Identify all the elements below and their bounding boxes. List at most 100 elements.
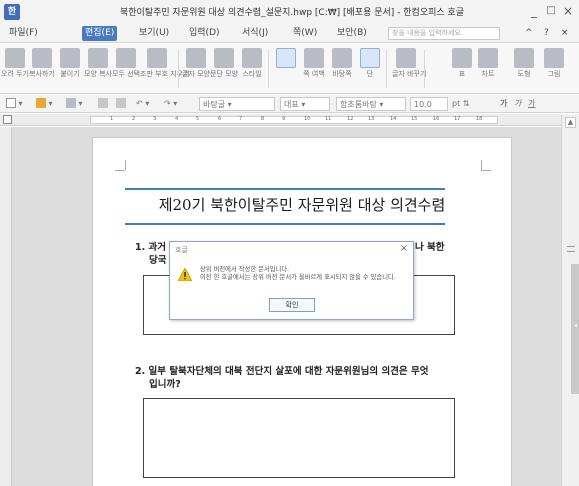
ribbon-toggle-icon[interactable]: ^ (522, 26, 536, 41)
chart-button[interactable]: 차트 (474, 46, 502, 92)
ruler-number: 12 (347, 116, 354, 122)
scroll-up-icon[interactable]: ▲ (565, 117, 576, 128)
preview-icon[interactable] (116, 97, 126, 111)
app-logo-icon[interactable]: 한 (4, 4, 20, 20)
shape-button[interactable]: 도형 (510, 46, 538, 92)
page-button[interactable] (272, 46, 300, 92)
scissors-icon (5, 48, 25, 68)
background-icon (332, 48, 352, 68)
title-bar: 한 북한이탈주민 자문위원 대상 의견수렴_설문지.hwp [C:₩] [배포용… (0, 0, 579, 24)
shape-icon (514, 48, 534, 68)
ruler-number: 2 (132, 116, 136, 122)
language-select[interactable]: 대표 ▾ (280, 97, 330, 111)
format-toolbar: ▾ ▾ ▾ ↶ ▾ ↷ ▾ 바탕글 ▾ 대표 ▾ 함초롬바탕 ▾ 10.0 pt… (0, 95, 579, 113)
print-icon[interactable] (98, 97, 108, 111)
bold-button[interactable]: 가 (500, 97, 507, 111)
doc-close-icon[interactable]: × (558, 26, 572, 41)
crop-mark (115, 170, 125, 171)
picture-button[interactable]: 그림 (540, 46, 568, 92)
ruler-number: 7 (239, 116, 243, 122)
crop-mark (125, 160, 126, 170)
redo-icon[interactable]: ↷ ▾ (164, 97, 177, 111)
warning-icon (178, 268, 192, 281)
column-icon (304, 48, 324, 68)
font-size-input[interactable]: 10.0 (410, 97, 448, 111)
chart-icon (478, 48, 498, 68)
menu-view[interactable]: 보기(U) (136, 26, 172, 41)
ruler-number: 15 (411, 116, 418, 122)
ruler-number: 16 (433, 116, 440, 122)
char-shape-button[interactable]: 글자 모양 (182, 46, 210, 92)
help-icon[interactable]: ? (541, 26, 552, 41)
picture-icon (544, 48, 564, 68)
copy-icon (32, 48, 52, 68)
char-shape-icon (186, 48, 206, 68)
open-folder-icon[interactable]: ▾ (36, 97, 53, 111)
title-bottom-rule (125, 223, 445, 225)
close-button[interactable]: × (561, 3, 575, 19)
ribbon-separator (424, 50, 425, 88)
dialog-message: 상위 버전에서 작성한 문서입니다. 이전 한 호글에서는 상위 버전 문서가 … (200, 266, 396, 282)
vertical-ruler[interactable] (0, 127, 12, 486)
ruler-number: 4 (175, 116, 179, 122)
minimize-button[interactable]: _ (527, 3, 541, 19)
undo-icon[interactable]: ↶ ▾ (136, 97, 149, 111)
column-button[interactable]: 단 (356, 46, 384, 92)
vertical-scrollbar[interactable]: ▲ ◂ (561, 114, 579, 486)
select-all-icon (116, 48, 136, 68)
ribbon-separator (386, 50, 387, 88)
search-input[interactable]: 찾을 내용을 입력하세요. (388, 27, 500, 40)
menu-security[interactable]: 보안(B) (334, 26, 370, 41)
ruler-corner[interactable] (3, 115, 12, 124)
dialog-ok-button[interactable]: 확인 (269, 298, 315, 312)
italic-button[interactable]: 가 (514, 97, 521, 111)
menu-edit[interactable]: 편집(E) (82, 26, 118, 41)
copy-button[interactable]: 복사하기 (28, 46, 56, 92)
menu-format[interactable]: 서식(J) (239, 26, 271, 41)
side-panel-toggle-icon[interactable]: ◂ (574, 322, 579, 329)
dialog-title: 호글 (175, 246, 188, 254)
font-select[interactable]: 함초롬바탕 ▾ (336, 97, 406, 111)
question-1-line2: 당국 (149, 255, 167, 266)
style-button[interactable]: 스타일 (238, 46, 266, 92)
dialog-close-button[interactable]: × (400, 243, 408, 254)
ribbon-toolbar: 오려 두기 복사하기 붙이기 모양 복사 모두 선택 조판 부호 지우기 글자 … (0, 44, 579, 94)
glyph-change-button[interactable]: 글자 바꾸기 (392, 46, 426, 92)
font-unit-select[interactable]: pt ⇅ (452, 97, 469, 111)
ribbon-separator (178, 50, 179, 88)
page-icon (276, 48, 296, 68)
ruler-number: 13 (368, 116, 375, 122)
dialog-message-line1: 상위 버전에서 작성한 문서입니다. (200, 266, 290, 273)
ruler-number: 10 (304, 116, 311, 122)
menu-file[interactable]: 파일(F) (6, 26, 41, 41)
clear-format-icon (147, 48, 167, 68)
dialog-message-line2: 이전 한 호글에서는 상위 버전 문서가 올바르게 표시되지 않을 수 있습니다… (200, 274, 396, 281)
ruler-number: 1 (110, 116, 114, 122)
window-title: 북한이탈주민 자문위원 대상 의견수렴_설문지.hwp [C:₩] [배포용 문… (120, 8, 465, 18)
para-shape-button[interactable]: 문단 모양 (210, 46, 238, 92)
scroll-thumb[interactable] (571, 264, 579, 394)
clear-format-button[interactable]: 조판 부호 지우기 (140, 46, 190, 92)
underline-button[interactable]: 가 (528, 97, 535, 111)
new-doc-icon[interactable]: ▾ (6, 97, 23, 111)
scroll-grip-icon[interactable] (567, 246, 575, 252)
style-select[interactable]: 바탕글 ▾ (199, 97, 275, 111)
menu-insert[interactable]: 입력(D) (186, 26, 223, 41)
question-1-line1: 1. 과거 (135, 242, 167, 253)
ruler-number: 17 (454, 116, 461, 122)
style-icon (242, 48, 262, 68)
page-margin-button[interactable]: 쪽 여백 (300, 46, 328, 92)
select-all-button[interactable]: 모두 선택 (112, 46, 140, 92)
cut-button[interactable]: 오려 두기 (1, 46, 29, 92)
maximize-button[interactable]: □ (544, 3, 558, 19)
master-page-button[interactable]: 바탕쪽 (328, 46, 356, 92)
format-copy-button[interactable]: 모양 복사 (84, 46, 112, 92)
save-icon[interactable]: ▾ (66, 97, 83, 111)
answer-box-2[interactable] (143, 398, 455, 478)
menu-page[interactable]: 쪽(W) (290, 26, 320, 41)
table-button[interactable]: 표 (448, 46, 476, 92)
horizontal-ruler[interactable]: 1 2 3 4 5 6 7 8 9 10 11 12 13 14 15 16 17 18 (0, 114, 561, 126)
paste-icon (60, 48, 80, 68)
ruler-track[interactable]: 1 2 3 4 5 6 7 8 9 10 11 12 13 14 15 16 17 18 (90, 116, 498, 124)
paste-button[interactable]: 붙이기 (56, 46, 84, 92)
